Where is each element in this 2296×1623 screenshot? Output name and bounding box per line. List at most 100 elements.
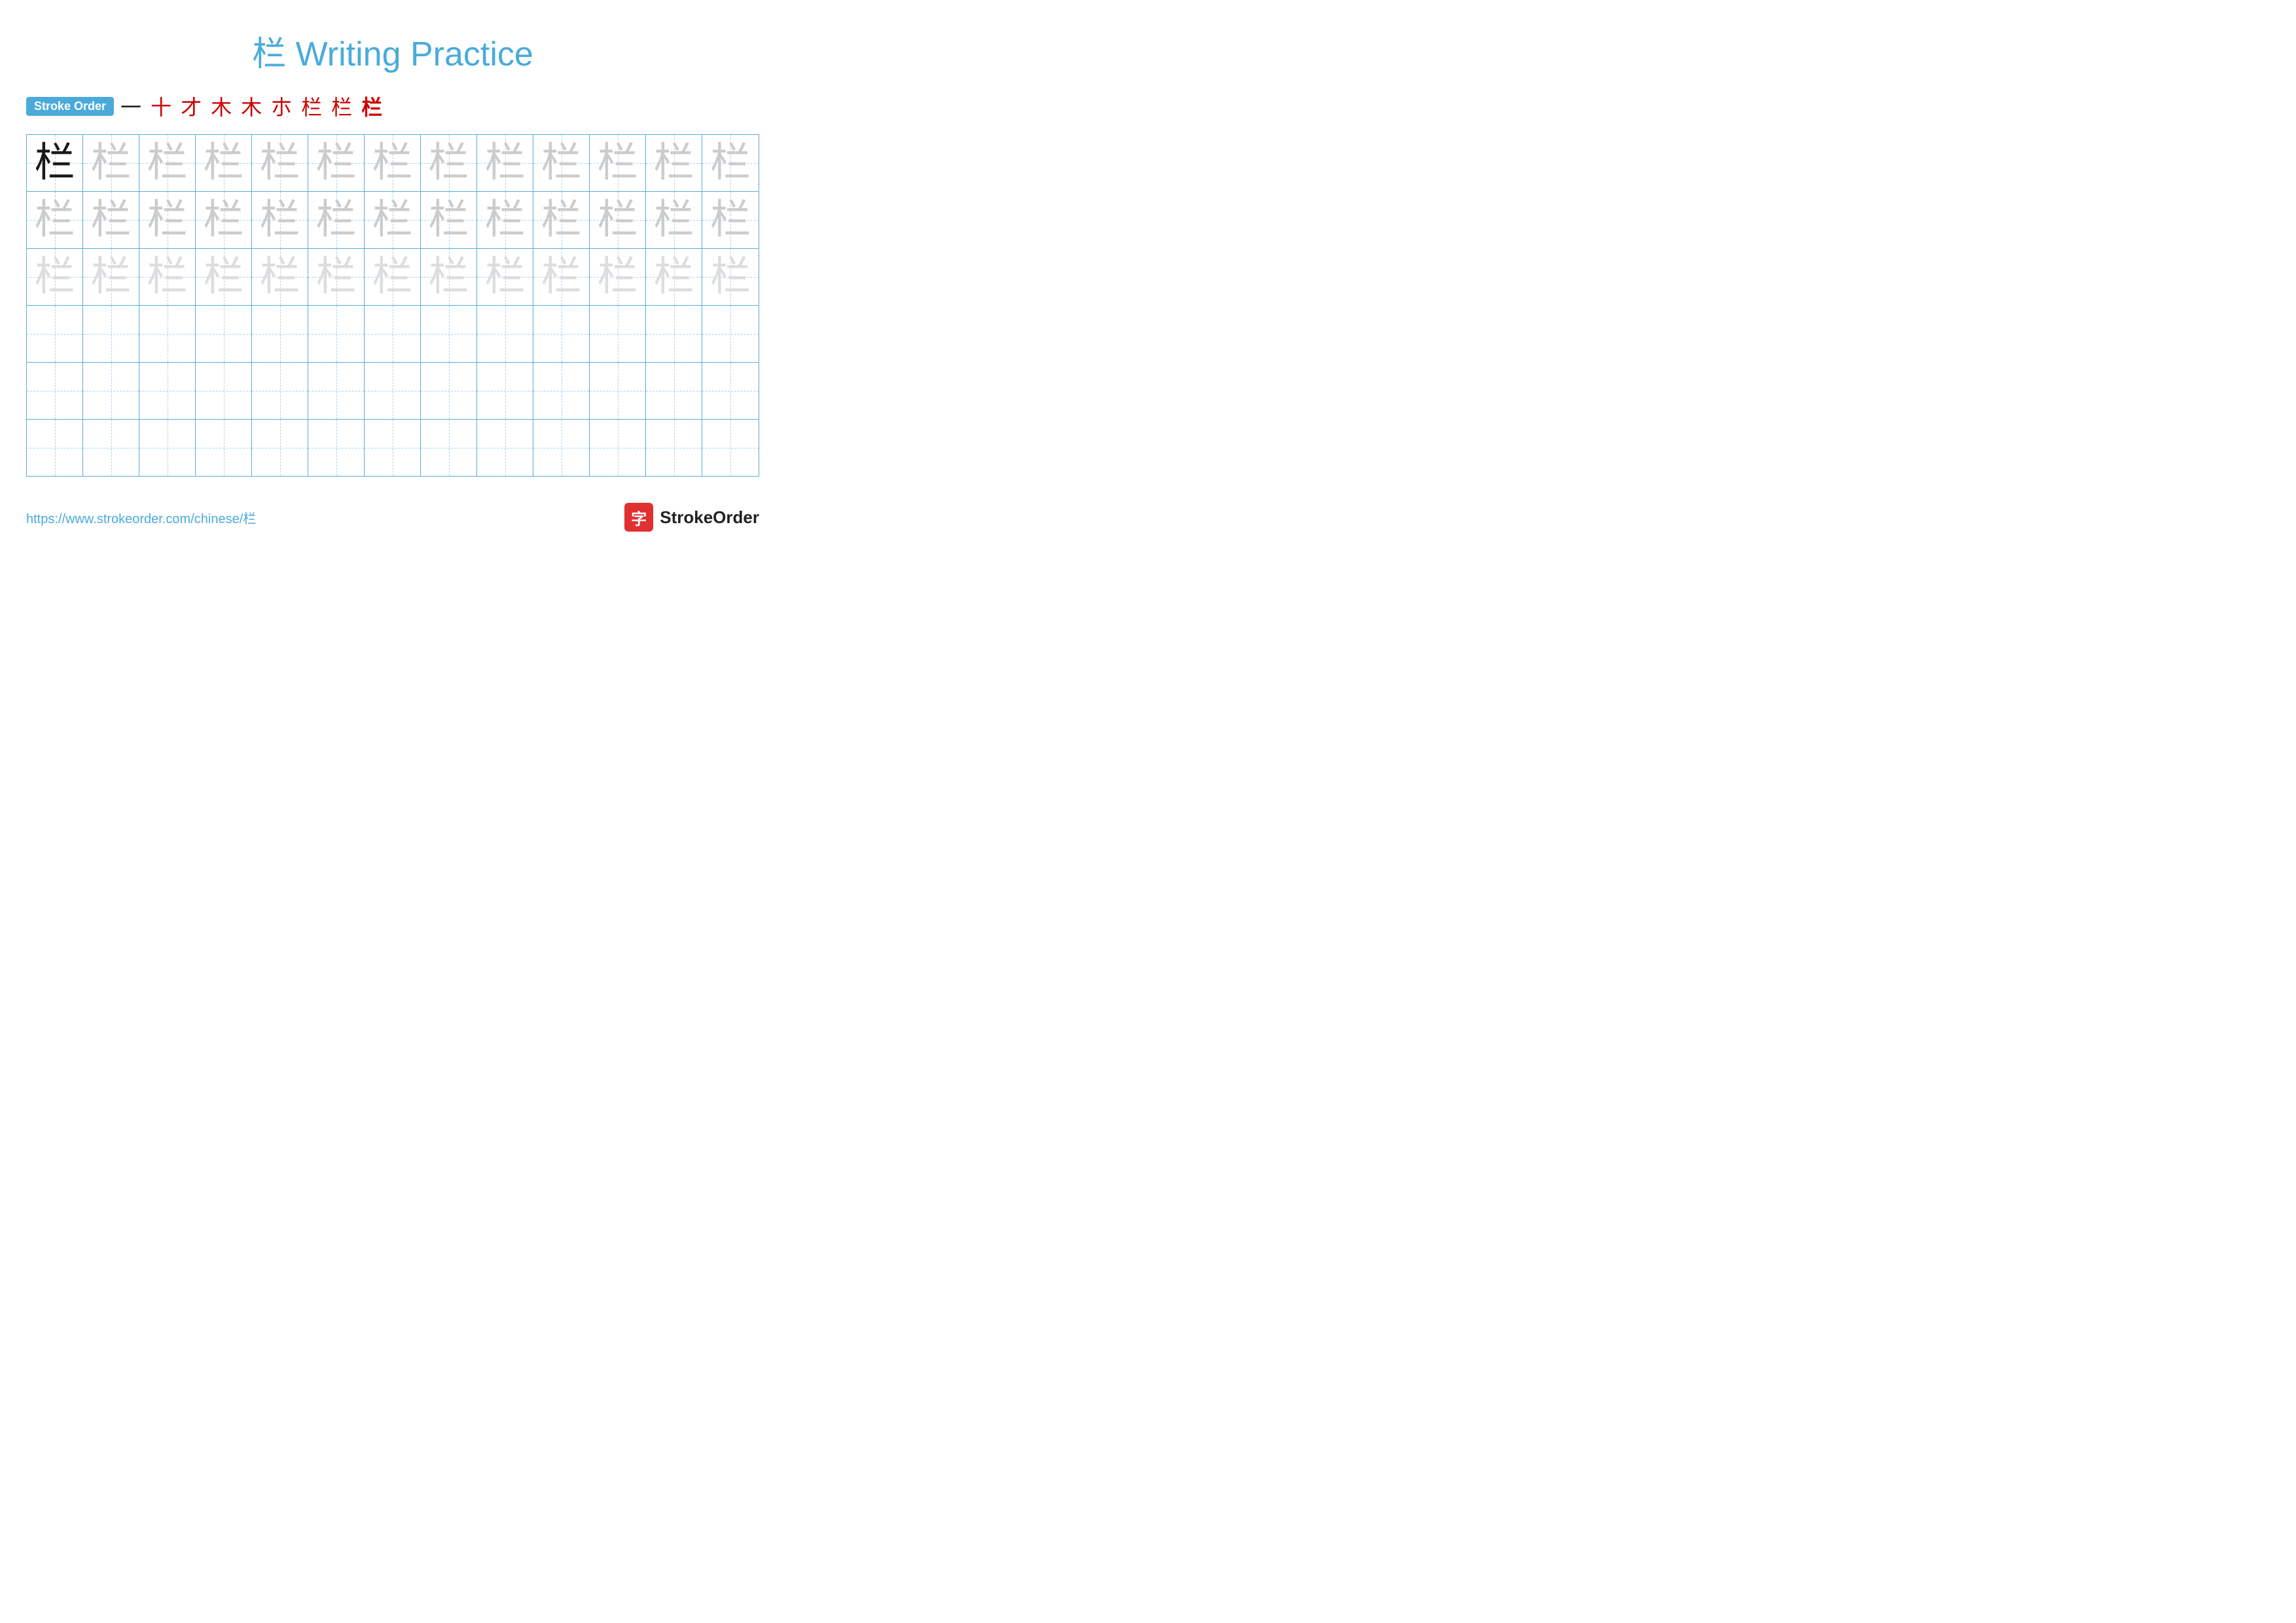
grid-cell: 栏 <box>533 192 590 248</box>
grid-cell <box>421 363 477 419</box>
grid-cell <box>477 306 533 362</box>
stroke-step-4: 木 <box>211 91 232 121</box>
grid-cell: 栏 <box>421 135 477 191</box>
grid-cell: 栏 <box>196 192 252 248</box>
grid-cell: 栏 <box>308 135 365 191</box>
grid-cell: 栏 <box>27 249 83 305</box>
grid-cell: 栏 <box>646 135 702 191</box>
grid-cell <box>308 306 365 362</box>
grid-cell <box>83 306 139 362</box>
grid-cell: 栏 <box>139 192 196 248</box>
grid-cell: 栏 <box>646 249 702 305</box>
grid-cell: 栏 <box>27 135 83 191</box>
grid-cell <box>365 306 421 362</box>
grid-row-5 <box>27 363 759 420</box>
grid-cell: 栏 <box>421 192 477 248</box>
stroke-step-5: 木 <box>241 91 262 121</box>
grid-cell: 栏 <box>646 192 702 248</box>
grid-row-3: 栏 栏 栏 栏 栏 栏 栏 栏 栏 栏 栏 栏 栏 <box>27 249 759 306</box>
grid-cell: 栏 <box>702 192 759 248</box>
grid-cell: 栏 <box>365 192 421 248</box>
grid-cell: 栏 <box>308 192 365 248</box>
grid-cell <box>646 420 702 476</box>
grid-cell: 栏 <box>252 249 308 305</box>
grid-cell <box>702 306 759 362</box>
grid-cell: 栏 <box>139 249 196 305</box>
brand-name: StrokeOrder <box>660 507 759 528</box>
grid-cell <box>590 306 646 362</box>
grid-cell <box>702 363 759 419</box>
grid-cell <box>196 306 252 362</box>
grid-cell <box>308 420 365 476</box>
footer: https://www.strokeorder.com/chinese/栏 字 … <box>26 503 759 532</box>
practice-grid: 栏 栏 栏 栏 栏 栏 栏 栏 栏 栏 栏 栏 栏 栏 栏 栏 栏 栏 栏 栏 … <box>26 134 759 477</box>
grid-cell: 栏 <box>196 135 252 191</box>
grid-cell: 栏 <box>702 135 759 191</box>
grid-cell: 栏 <box>365 249 421 305</box>
grid-cell <box>477 420 533 476</box>
grid-cell <box>365 363 421 419</box>
stroke-step-1: 一 <box>120 91 141 121</box>
grid-cell <box>646 306 702 362</box>
grid-cell: 栏 <box>83 135 139 191</box>
grid-cell <box>590 420 646 476</box>
grid-cell <box>308 363 365 419</box>
grid-cell <box>590 363 646 419</box>
stroke-step-7: 栏 <box>301 91 322 121</box>
stroke-steps: 一 十 才 木 木 朩 栏 栏 栏 <box>120 91 382 121</box>
grid-cell: 栏 <box>27 192 83 248</box>
grid-cell: 栏 <box>421 249 477 305</box>
grid-cell <box>533 420 590 476</box>
brand-icon: 字 <box>624 503 653 532</box>
grid-cell <box>83 420 139 476</box>
grid-cell <box>139 306 196 362</box>
grid-cell <box>83 363 139 419</box>
stroke-order-row: Stroke Order 一 十 才 木 木 朩 栏 栏 栏 <box>26 91 759 121</box>
grid-cell <box>533 306 590 362</box>
grid-cell <box>365 420 421 476</box>
grid-cell <box>139 420 196 476</box>
grid-cell: 栏 <box>252 135 308 191</box>
stroke-step-3: 才 <box>181 91 202 121</box>
grid-cell <box>533 363 590 419</box>
grid-row-2: 栏 栏 栏 栏 栏 栏 栏 栏 栏 栏 栏 栏 栏 <box>27 192 759 249</box>
grid-cell <box>27 363 83 419</box>
stroke-step-2: 十 <box>151 91 171 121</box>
grid-row-1: 栏 栏 栏 栏 栏 栏 栏 栏 栏 栏 栏 栏 栏 <box>27 135 759 192</box>
grid-cell: 栏 <box>196 249 252 305</box>
grid-cell: 栏 <box>477 249 533 305</box>
grid-cell: 栏 <box>533 249 590 305</box>
grid-cell <box>252 363 308 419</box>
grid-cell: 栏 <box>365 135 421 191</box>
grid-cell: 栏 <box>477 135 533 191</box>
stroke-step-6: 朩 <box>271 91 292 121</box>
grid-cell: 栏 <box>83 249 139 305</box>
grid-cell <box>252 306 308 362</box>
stroke-step-8: 栏 <box>331 91 352 121</box>
stroke-order-badge: Stroke Order <box>26 97 114 116</box>
grid-cell <box>477 363 533 419</box>
grid-cell <box>252 420 308 476</box>
page-title: 栏 Writing Practice <box>26 26 759 75</box>
grid-cell <box>702 420 759 476</box>
grid-cell <box>27 420 83 476</box>
grid-cell: 栏 <box>590 249 646 305</box>
grid-cell: 栏 <box>139 135 196 191</box>
grid-cell: 栏 <box>590 135 646 191</box>
grid-cell: 栏 <box>83 192 139 248</box>
grid-cell <box>27 306 83 362</box>
footer-brand: 字 StrokeOrder <box>624 503 759 532</box>
grid-cell: 栏 <box>702 249 759 305</box>
grid-cell <box>646 363 702 419</box>
grid-cell <box>421 306 477 362</box>
footer-url[interactable]: https://www.strokeorder.com/chinese/栏 <box>26 508 256 527</box>
grid-cell <box>196 363 252 419</box>
grid-cell <box>196 420 252 476</box>
grid-row-4 <box>27 306 759 363</box>
grid-cell <box>139 363 196 419</box>
grid-cell: 栏 <box>477 192 533 248</box>
grid-cell: 栏 <box>308 249 365 305</box>
grid-cell: 栏 <box>252 192 308 248</box>
grid-row-6 <box>27 420 759 476</box>
stroke-step-9: 栏 <box>361 91 382 121</box>
